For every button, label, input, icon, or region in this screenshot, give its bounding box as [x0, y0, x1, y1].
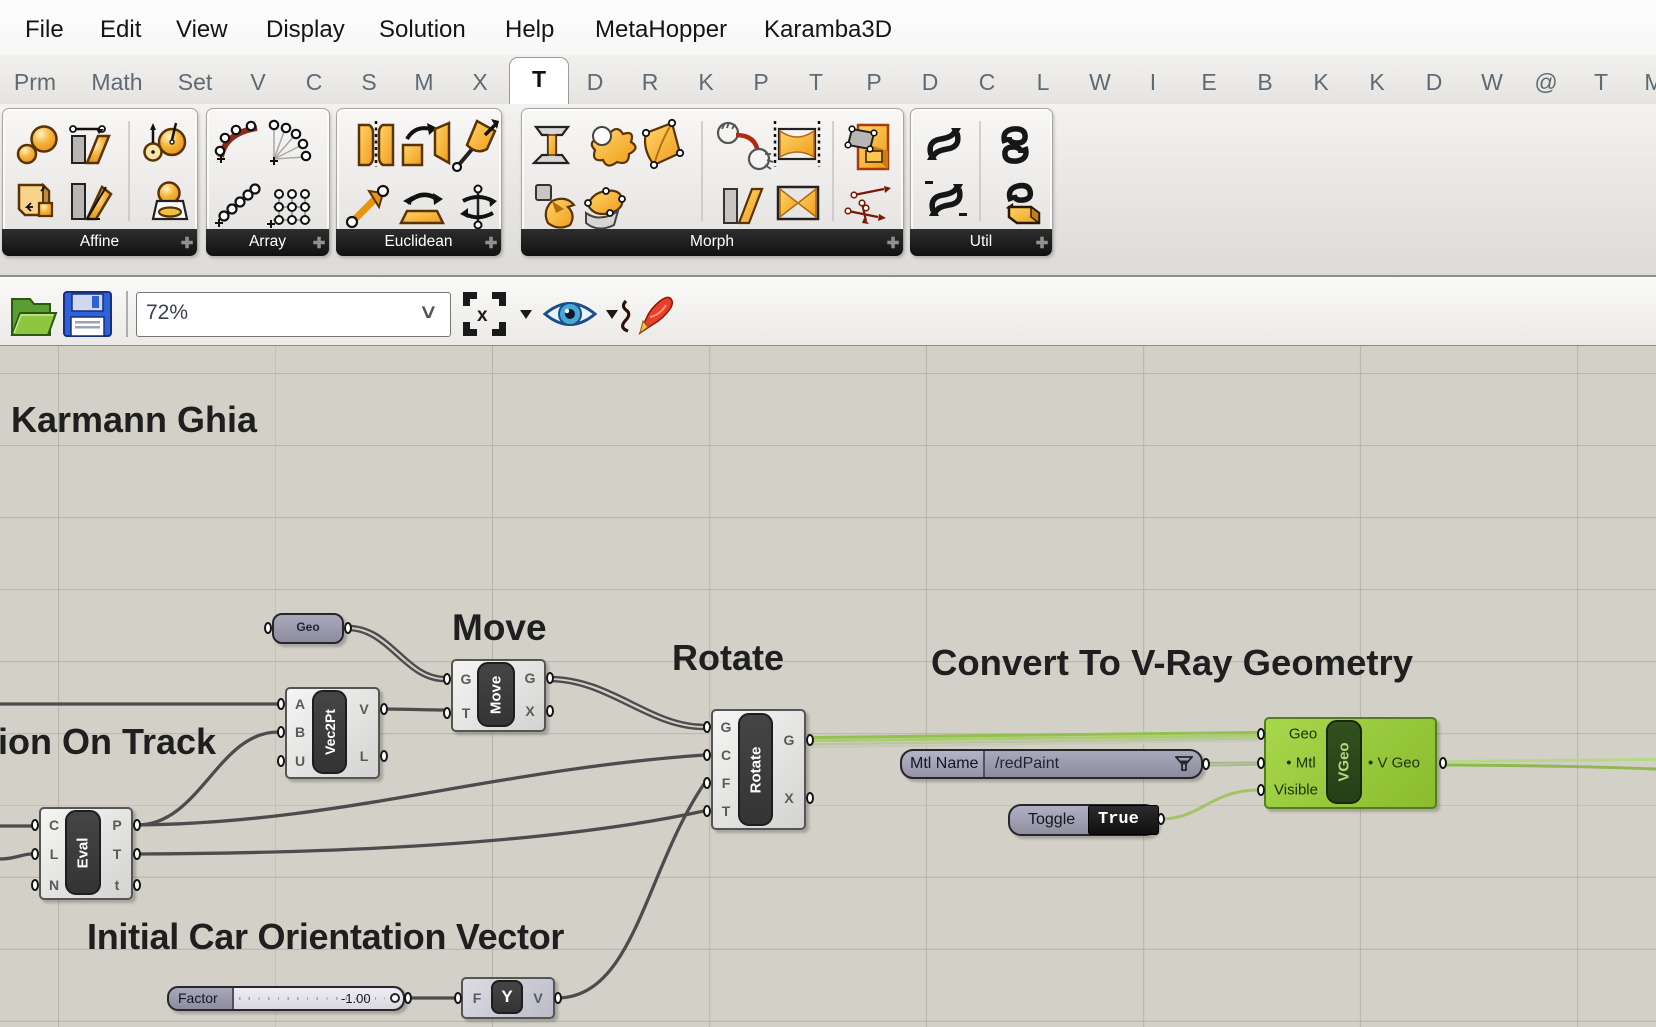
- svg-text:x: x: [477, 305, 488, 326]
